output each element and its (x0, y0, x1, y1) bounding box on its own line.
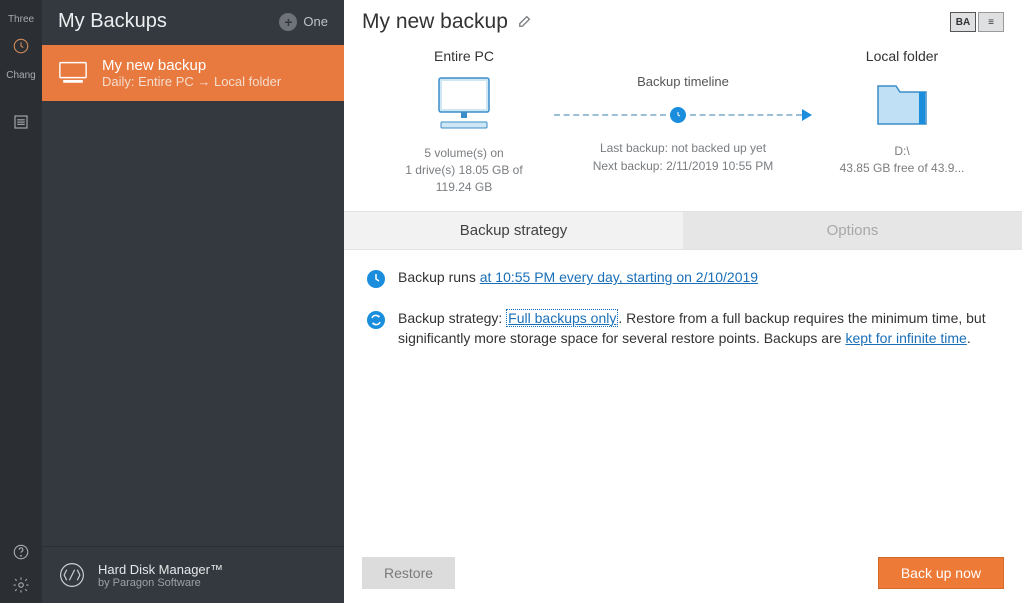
rail-item-three[interactable]: Three (0, 8, 42, 31)
backup-now-button[interactable]: Back up now (878, 557, 1004, 589)
source-sub: 5 volume(s) on 1 drive(s) 18.05 GB of 11… (374, 145, 554, 195)
rail-item-clock[interactable] (0, 31, 42, 64)
sidebar-title: My Backups (58, 10, 167, 33)
product-title: Hard Disk Manager™ (98, 562, 223, 577)
add-backup-label: One (303, 14, 328, 29)
add-backup-button[interactable]: + One (279, 13, 328, 31)
view-mode-list[interactable]: ≡ (978, 12, 1004, 32)
backup-item-title: My new backup (102, 57, 281, 74)
tabs: Backup strategy Options (344, 211, 1022, 250)
sidebar: My Backups + One My new backup Daily: En… (42, 0, 344, 603)
help-icon[interactable] (0, 537, 42, 570)
backup-diagram: Entire PC 5 volume(s) on 1 drive(s) 18.0… (344, 40, 1022, 211)
dest-column[interactable]: Local folder D:\ 43.85 GB free of 43.9..… (812, 48, 992, 177)
schedule-link[interactable]: at 10:55 PM every day, starting on 2/10/… (480, 269, 758, 285)
folder-icon (872, 74, 932, 132)
source-column[interactable]: Entire PC 5 volume(s) on 1 drive(s) 18.0… (374, 48, 554, 195)
timeline-sub: Last backup: not backed up yet Next back… (554, 139, 812, 175)
sidebar-footer[interactable]: Hard Disk Manager™ by Paragon Software (42, 546, 344, 603)
main-panel: My new backup BA ≡ Entire PC 5 volume( (344, 0, 1022, 603)
schedule-prefix: Backup runs (398, 269, 480, 285)
schedule-row: Backup runs at 10:55 PM every day, start… (398, 268, 758, 295)
strategy-end: . (967, 330, 971, 346)
plus-icon: + (279, 13, 297, 31)
timeline-label: Backup timeline (554, 74, 812, 89)
edit-icon[interactable] (518, 14, 532, 31)
view-mode-ba[interactable]: BA (950, 12, 976, 32)
arrow-icon (802, 109, 812, 121)
recycle-icon (366, 310, 386, 348)
monitor-icon (58, 60, 88, 87)
strategy-prefix: Backup strategy: (398, 310, 506, 326)
backup-item-subtitle: Daily: Entire PC → Local folder (102, 74, 281, 89)
backup-list-item[interactable]: My new backup Daily: Entire PC → Local f… (42, 45, 344, 101)
restore-button[interactable]: Restore (362, 557, 455, 589)
source-label: Entire PC (374, 48, 554, 64)
rail-item-chang[interactable]: Chang (0, 64, 42, 87)
product-subtitle: by Paragon Software (98, 577, 223, 589)
dest-sub: D:\ 43.85 GB free of 43.9... (812, 143, 992, 177)
settings-icon[interactable] (0, 570, 42, 603)
tab-strategy[interactable]: Backup strategy (344, 212, 683, 249)
strategy-row: Backup strategy: Full backups only. Rest… (398, 309, 1000, 348)
rail-item-list[interactable] (0, 107, 42, 140)
timeline-marker-icon (670, 107, 686, 123)
page-title: My new backup (362, 10, 508, 34)
pc-icon (429, 74, 499, 134)
clock-icon (366, 269, 386, 295)
retention-link[interactable]: kept for infinite time (845, 330, 966, 346)
strategy-link[interactable]: Full backups only (506, 309, 618, 327)
dest-label: Local folder (812, 48, 992, 64)
nav-rail: Three Chang (0, 0, 42, 603)
tab-options[interactable]: Options (683, 212, 1022, 249)
product-icon (58, 561, 86, 589)
timeline-column[interactable]: Backup timeline Last backup: not backed … (554, 48, 812, 175)
